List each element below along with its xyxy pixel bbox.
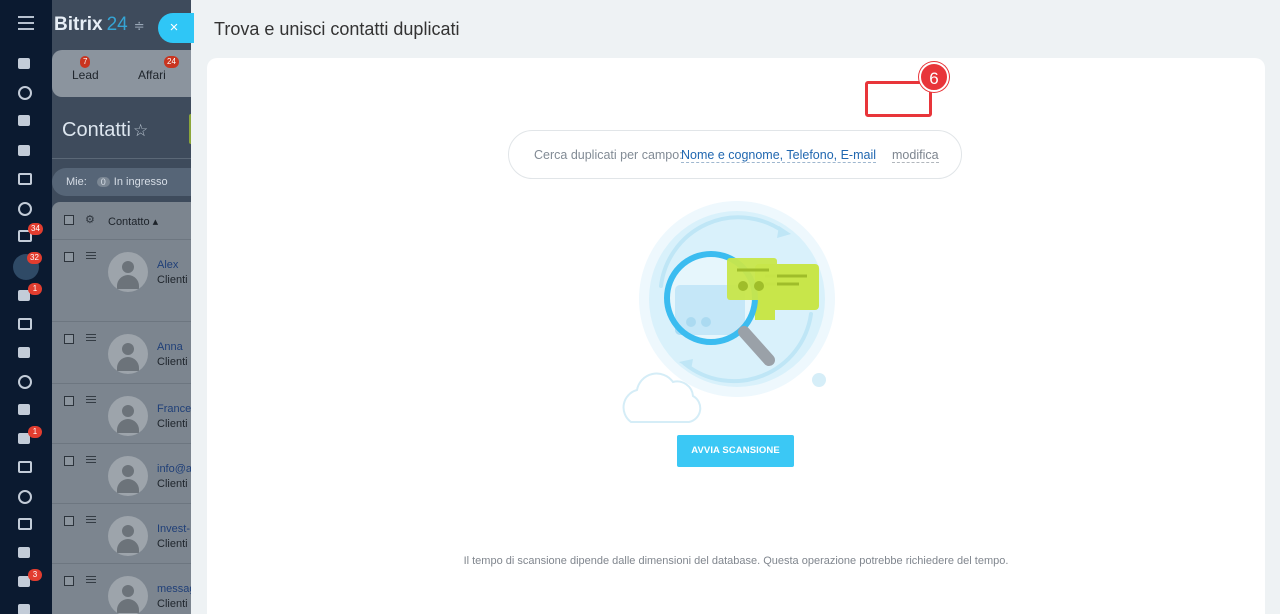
avatar (108, 516, 148, 556)
nav-badge: 34 (28, 223, 43, 235)
contact-type: Clienti (157, 478, 188, 490)
table-row[interactable]: Anna Clienti (52, 322, 212, 384)
close-slider-button[interactable]: × (158, 13, 194, 43)
duplicates-slider: Trova e unisci contatti duplicati Cerca … (191, 0, 1280, 614)
counter-filter[interactable]: Mie: 0 In ingresso (52, 168, 212, 196)
goals-icon[interactable] (18, 490, 34, 504)
nav-badge: 1 (28, 426, 42, 438)
select-all-checkbox[interactable] (64, 215, 74, 225)
table-row[interactable]: Frances Clienti (52, 384, 212, 444)
switch-icon: ≑ (133, 18, 145, 33)
crm-tabs: Lead 7 Affari 24 (52, 50, 212, 97)
table-row[interactable]: messag Clienti (52, 564, 212, 614)
tab-affari[interactable]: Affari 24 (138, 56, 179, 82)
row-checkbox[interactable] (64, 456, 74, 466)
flows-icon[interactable] (18, 86, 34, 100)
drive-icon[interactable] (18, 202, 34, 216)
search-fields-link[interactable]: Nome e cognome, Telefono, E-mail (681, 148, 877, 163)
avatar (108, 396, 148, 436)
drag-handle-icon[interactable] (86, 456, 96, 465)
contact-name[interactable]: Anna (157, 341, 183, 353)
documents-icon[interactable] (18, 404, 34, 418)
modify-link[interactable]: modifica (892, 148, 939, 163)
nav-badge: 1 (28, 283, 42, 295)
magnifier-illustration-icon (622, 201, 835, 423)
table-row[interactable]: Alex Clienti (52, 240, 212, 322)
left-nav: 34 32 1 1 3 (0, 0, 52, 614)
crm-filter-icon[interactable]: 32 (13, 252, 42, 280)
search-label: Cerca duplicati per campo: (534, 148, 683, 162)
grid-header: ⚙ Contatto ▴ (52, 202, 212, 240)
star-icon[interactable]: ☆ (133, 121, 148, 140)
table-row[interactable]: Invest- Clienti (52, 504, 212, 564)
avatar (108, 334, 148, 374)
tasks-icon[interactable] (18, 115, 34, 129)
chat-icon[interactable] (18, 145, 34, 159)
contacts-icon[interactable]: 1 (18, 283, 42, 304)
content-card: Cerca duplicati per campo: Nome e cognom… (207, 58, 1265, 614)
column-contact[interactable]: Contatto ▴ (108, 215, 158, 228)
tab-badge: 7 (80, 56, 91, 68)
sites-icon[interactable] (18, 318, 34, 332)
nav-badge: 32 (27, 252, 42, 264)
contacts-grid: ⚙ Contatto ▴ Alex Clienti Anna Clienti Fra… (52, 202, 212, 614)
analytics-icon[interactable] (18, 547, 34, 561)
contact-type: Clienti (157, 274, 188, 286)
drag-handle-icon[interactable] (86, 576, 96, 585)
checklist-icon[interactable]: 34 (18, 223, 43, 244)
search-fields-bar: Cerca duplicati per campo: Nome e cognom… (508, 130, 962, 179)
contact-type: Clienti (157, 356, 188, 368)
tab-lead[interactable]: Lead 7 (72, 56, 99, 82)
mail-icon[interactable]: 1 (18, 426, 42, 447)
divider (52, 158, 212, 159)
drag-handle-icon[interactable] (86, 334, 96, 343)
contact-name[interactable]: info@a (157, 463, 192, 475)
home-icon[interactable] (18, 58, 34, 72)
inventory-icon[interactable] (18, 347, 34, 361)
table-row[interactable]: info@a Clienti (52, 444, 212, 504)
row-checkbox[interactable] (64, 252, 74, 262)
menu-icon[interactable] (18, 16, 34, 30)
calendar-icon[interactable] (18, 173, 34, 187)
row-checkbox[interactable] (64, 576, 74, 586)
contact-name[interactable]: messag (157, 583, 196, 595)
gear-icon[interactable]: ⚙ (85, 213, 95, 226)
avatar (108, 576, 148, 614)
crm-background: Bitrix 24 ≑ Lead 7 Affari 24 Contatti ☆ Mie: 0… (52, 0, 212, 614)
employees-icon[interactable] (18, 375, 34, 389)
contact-name[interactable]: Alex (157, 259, 178, 271)
row-checkbox[interactable] (64, 396, 74, 406)
scan-time-note: Il tempo di scansione dipende dalle dime… (463, 555, 1009, 567)
nav-badge: 3 (28, 569, 42, 581)
contact-type: Clienti (157, 538, 188, 550)
drag-handle-icon[interactable] (86, 396, 96, 405)
row-checkbox[interactable] (64, 516, 74, 526)
contact-name[interactable]: Invest- (157, 523, 190, 535)
brand-logo[interactable]: Bitrix 24 ≑ (54, 14, 145, 36)
more-icon[interactable] (18, 604, 34, 614)
avatar (108, 456, 148, 496)
avatar (108, 252, 148, 292)
shop-icon[interactable] (18, 518, 34, 532)
slider-title: Trova e unisci contatti duplicati (214, 19, 460, 39)
scan-illustration (619, 196, 839, 426)
contact-type: Clienti (157, 598, 188, 610)
contact-type: Clienti (157, 418, 188, 430)
drag-handle-icon[interactable] (86, 516, 96, 525)
step-number-badge: 6 (919, 62, 949, 92)
company-icon[interactable] (18, 461, 34, 475)
page-title: Contatti ☆ (62, 119, 149, 141)
row-checkbox[interactable] (64, 334, 74, 344)
tab-badge: 24 (164, 56, 179, 68)
automation-icon[interactable]: 3 (18, 569, 42, 590)
start-scan-button[interactable]: AVVIA SCANSIONE (677, 435, 794, 467)
drag-handle-icon[interactable] (86, 252, 96, 261)
